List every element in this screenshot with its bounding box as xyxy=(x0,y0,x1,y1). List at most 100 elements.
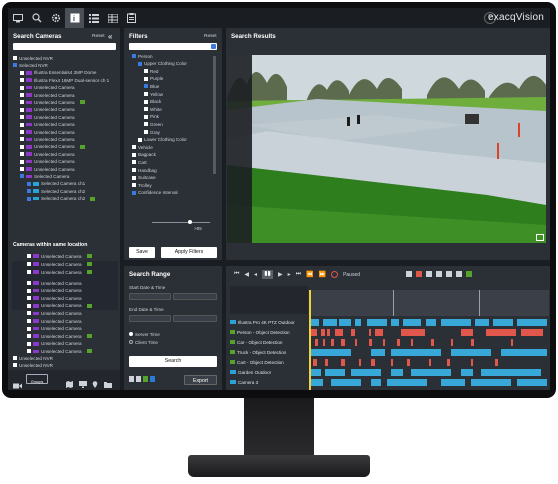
tree-row[interactable]: Selected Camera ch2 xyxy=(27,188,85,194)
video-frame[interactable] xyxy=(227,55,546,243)
tree-row[interactable]: Unselected Camera xyxy=(20,136,75,142)
timeline-segment[interactable] xyxy=(401,328,425,336)
fullscreen-icon[interactable] xyxy=(536,234,544,241)
play-icon[interactable]: ▶ xyxy=(278,271,283,278)
user-icon[interactable] xyxy=(456,271,462,277)
timeline-segment[interactable] xyxy=(429,358,431,366)
reset-link[interactable]: Reset xyxy=(204,34,217,39)
timeline-ruler[interactable] xyxy=(309,290,549,316)
timeline-segment[interactable] xyxy=(451,348,491,356)
timeline-segment[interactable] xyxy=(383,338,385,346)
tree-row[interactable]: Unselected Camera xyxy=(20,129,75,135)
timeline-segment[interactable] xyxy=(391,318,399,326)
timeline-segment[interactable] xyxy=(481,368,541,376)
checkbox[interactable] xyxy=(138,61,142,66)
export-button[interactable]: Export xyxy=(184,375,217,385)
timeline-segment[interactable] xyxy=(517,318,547,326)
checkbox[interactable] xyxy=(20,152,24,157)
timeline-segment[interactable] xyxy=(411,368,451,376)
tree-row[interactable]: Unselected Camera xyxy=(27,269,92,275)
file-icon[interactable] xyxy=(136,376,141,382)
tree-row[interactable]: Unselected Camera xyxy=(20,114,75,120)
tree-row[interactable]: Unselected Camera xyxy=(27,303,92,309)
track-label[interactable]: Camera 3 xyxy=(230,378,258,386)
start-time-input[interactable] xyxy=(173,293,217,300)
tree-row[interactable]: Unselected Camera xyxy=(20,159,75,165)
folder-icon[interactable] xyxy=(104,375,112,390)
checkbox[interactable] xyxy=(27,254,31,258)
tree-row[interactable]: Unselected NVR xyxy=(13,362,53,368)
tree-row[interactable]: Illustra Flex4 16MP Dual-sensor ch 1 xyxy=(20,77,109,83)
tree-row[interactable]: Confidence Interval xyxy=(132,190,178,196)
tree-row[interactable]: Purple xyxy=(144,76,163,82)
checkbox[interactable] xyxy=(20,137,24,142)
checkbox[interactable] xyxy=(13,56,17,60)
timeline-segment[interactable] xyxy=(441,318,471,326)
tree-row[interactable]: Bagpack xyxy=(132,152,156,158)
timeline-segment[interactable] xyxy=(471,378,511,386)
tree-row[interactable]: Unselected Camera xyxy=(20,99,85,105)
filter-select[interactable] xyxy=(129,43,217,50)
timeline-segment[interactable] xyxy=(325,368,345,376)
checkbox[interactable] xyxy=(13,63,17,68)
checkbox[interactable] xyxy=(27,334,31,339)
timeline-segment[interactable] xyxy=(311,378,323,386)
timeline-segment[interactable] xyxy=(369,338,372,346)
rewind-fast-icon[interactable]: ⏪ xyxy=(306,271,313,278)
rewind-icon[interactable]: ◂ xyxy=(254,271,257,278)
checkbox[interactable] xyxy=(27,326,31,331)
checkbox[interactable] xyxy=(144,107,148,112)
timeline-segment[interactable] xyxy=(323,338,325,346)
clipboard-icon[interactable] xyxy=(122,8,141,28)
tree-row[interactable]: Unselected Camera xyxy=(27,341,82,347)
save-button[interactable]: Save xyxy=(129,247,155,258)
tree-row[interactable]: Blue xyxy=(144,83,159,89)
client-time-radio[interactable]: Client Time xyxy=(129,339,158,345)
checkbox[interactable] xyxy=(20,70,24,75)
tree-row[interactable]: Unselected Camera xyxy=(20,122,75,128)
server-time-radio[interactable]: Server Time xyxy=(129,331,160,337)
tree-row[interactable]: Unselected Camera xyxy=(27,261,92,267)
timeline-segment[interactable] xyxy=(355,338,357,346)
apply-filters-button[interactable]: Apply Filters xyxy=(161,247,217,258)
end-time-input[interactable] xyxy=(173,315,217,322)
tree-row[interactable]: Unselected Camera xyxy=(20,85,75,91)
tree-row[interactable]: Unselected Camera xyxy=(20,151,75,157)
timeline-segment[interactable] xyxy=(371,378,381,386)
end-date-input[interactable] xyxy=(129,315,171,322)
analytics-search-icon[interactable]: i xyxy=(65,8,84,28)
tree-row[interactable]: Unselected NVR xyxy=(13,355,53,361)
timeline-segment[interactable] xyxy=(369,328,371,336)
timeline-segment[interactable] xyxy=(367,318,387,326)
track-label[interactable]: Car - Object Detection xyxy=(230,338,282,346)
tree-row[interactable]: Unselected Camera xyxy=(27,310,82,316)
timeline-segment[interactable] xyxy=(311,368,321,376)
live-view-icon[interactable] xyxy=(8,8,27,28)
checkbox[interactable] xyxy=(20,85,24,90)
analytics-icon[interactable] xyxy=(466,271,472,277)
search-icon[interactable] xyxy=(27,8,46,28)
checkbox[interactable] xyxy=(20,159,24,164)
timeline-segment[interactable] xyxy=(403,318,421,326)
checkbox[interactable] xyxy=(132,183,136,188)
checkbox[interactable] xyxy=(27,281,31,285)
search-button[interactable]: Search xyxy=(129,356,217,367)
timeline-segment[interactable] xyxy=(397,338,400,346)
fast-forward-icon[interactable]: ⏩ xyxy=(319,271,326,278)
tree-row[interactable]: Red xyxy=(144,68,158,74)
tree-row[interactable]: Suitcase xyxy=(132,175,156,181)
checkbox[interactable] xyxy=(20,115,24,120)
track-label[interactable]: Truck - Object Detection xyxy=(230,348,286,356)
tree-row[interactable]: Person xyxy=(132,53,153,59)
camera-search-input[interactable] xyxy=(13,43,116,50)
timeline-segment[interactable] xyxy=(493,318,513,326)
track-label[interactable]: Illustra Pro 4K PTZ Outdoor xyxy=(230,318,295,326)
tree-row[interactable]: Illustra Essentials4 2MP Dome xyxy=(20,70,96,76)
timeline-segment[interactable] xyxy=(461,368,473,376)
tree-row[interactable]: Unselected Camera xyxy=(20,166,75,172)
timeline-segment[interactable] xyxy=(371,348,385,356)
skip-start-icon[interactable]: ⏮ xyxy=(234,271,239,278)
timeline-segment[interactable] xyxy=(471,358,473,366)
timeline-segment[interactable] xyxy=(447,358,450,366)
slider-handle[interactable] xyxy=(188,220,193,224)
